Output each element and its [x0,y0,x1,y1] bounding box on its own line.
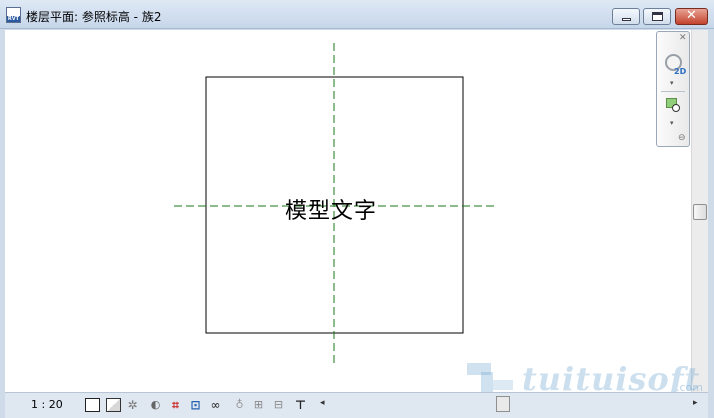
model-text[interactable]: 模型文字 [285,193,377,225]
chevron-down-icon[interactable]: ▾ [670,79,674,87]
shadows-icon[interactable]: ◐ [148,398,163,412]
vertical-scroll-thumb[interactable] [693,204,707,220]
scroll-left-icon[interactable]: ◂ [320,398,325,408]
magnifier-icon [672,104,680,112]
app-icon-label: RVT [7,16,20,22]
window-title: 楼层平面: 参照标高 - 族2 [26,10,162,24]
navbar-options-icon[interactable]: ⊖ [678,133,686,143]
minimize-button[interactable] [612,8,640,25]
minimize-icon [622,18,631,21]
detail-level-icon[interactable] [85,398,100,412]
crop-view-icon[interactable]: ⌗ [168,398,183,412]
navigation-bar[interactable]: ✕ 2D ▾ ▾ ⊖ [656,31,690,147]
navbar-divider [661,91,685,92]
maximize-icon [652,12,663,21]
view-scale[interactable]: 1 : 20 [31,398,63,411]
constraints-icon[interactable]: ⊤ [293,398,308,412]
light-icon[interactable]: ♁ [232,398,247,412]
scroll-right-icon[interactable]: ▸ [693,398,698,408]
show-crop-region-icon[interactable]: ⊡ [188,398,203,412]
vertical-scrollbar[interactable] [691,30,708,392]
close-button[interactable]: ✕ [675,8,708,25]
wheel-2d-label: 2D [674,67,687,76]
horizontal-scroll-thumb[interactable] [496,396,510,412]
revit-file-icon: RVT [6,7,21,23]
lock-icon[interactable]: ⊞ [251,398,266,412]
title-bar: RVT 楼层平面: 参照标高 - 族2 ✕ [0,0,714,29]
sun-path-icon[interactable]: ✲ [125,398,140,412]
visual-style-icon[interactable] [106,398,121,412]
maximize-button[interactable] [643,8,671,25]
view-control-bar: 1 : 20 ✲ ◐ ⌗ ⊡ ∞ ♁ ⊞ ⊟ ⊤ ◂ ▸ [5,392,708,418]
close-icon: ✕ [686,8,697,23]
temporary-hide-icon[interactable]: ∞ [208,398,223,412]
chevron-down-icon[interactable]: ▾ [670,119,674,127]
navbar-close-icon[interactable]: ✕ [679,33,687,43]
reveal-hidden-icon[interactable]: ⊟ [271,398,286,412]
